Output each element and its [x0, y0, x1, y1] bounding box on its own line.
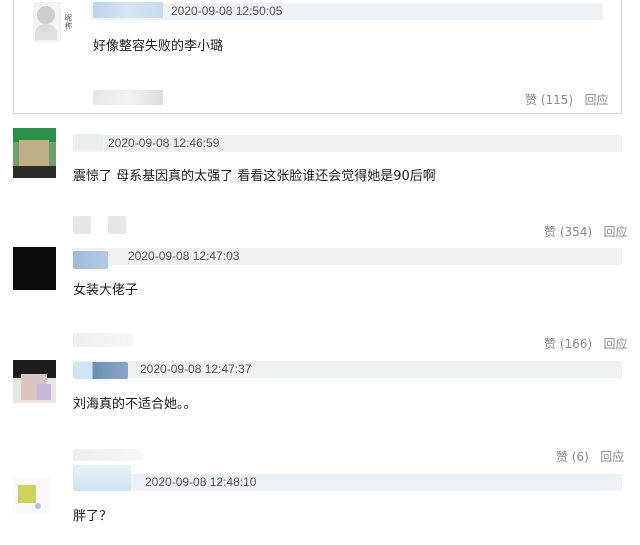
comment-timestamp: 2020-09-08 12:47:03: [128, 249, 240, 263]
comment-actions: 赞 (6) 回应: [556, 448, 624, 465]
blurred-area: [93, 90, 163, 105]
avatar[interactable]: [13, 477, 49, 513]
blurred-area: [73, 333, 133, 347]
username-blurred[interactable]: [73, 362, 128, 379]
comment-actions: 赞 (354) 回应: [544, 223, 628, 240]
like-button[interactable]: 赞 (115): [525, 93, 573, 107]
comment-text: 女装大佬子: [73, 283, 139, 298]
comment-text: 好像整容失败的李小璐: [93, 39, 224, 54]
comment-timestamp: 2020-09-08 12:48:10: [145, 475, 257, 489]
comment-text: 胖了？: [73, 509, 113, 524]
blurred-area: [108, 216, 126, 234]
comment-text: 震惊了 母系基因真的太强了 看看这张脸谁还会觉得她是90后啊: [73, 169, 436, 184]
comment-timestamp: 2020-09-08 12:50:05: [171, 4, 283, 18]
meta-bar: [91, 3, 603, 20]
username-blurred[interactable]: [73, 251, 108, 269]
avatar[interactable]: [13, 247, 56, 290]
comment-text: 刘海真的不适合她。。: [73, 397, 197, 412]
reply-button[interactable]: 回应: [604, 225, 628, 239]
avatar[interactable]: [13, 128, 56, 178]
reply-button[interactable]: 回应: [600, 450, 624, 464]
comment-actions: 赞 (115) 回应: [525, 91, 609, 108]
comment-actions: 赞 (166) 回应: [544, 335, 628, 352]
reply-button[interactable]: 回应: [604, 337, 628, 351]
like-button[interactable]: 赞 (354): [544, 225, 592, 239]
comment-timestamp: 2020-09-08 12:47:37: [140, 362, 252, 376]
username-blurred[interactable]: [75, 134, 103, 150]
avatar[interactable]: [13, 360, 56, 403]
like-button[interactable]: 赞 (6): [556, 450, 589, 464]
avatar[interactable]: [33, 2, 61, 42]
reply-button[interactable]: 回应: [585, 93, 609, 107]
username-blurred[interactable]: [73, 465, 131, 491]
username-blurred[interactable]: [93, 2, 163, 18]
like-button[interactable]: 赞 (166): [544, 337, 592, 351]
blurred-area: [73, 449, 143, 461]
comment-timestamp: 2020-09-08 12:46:59: [108, 136, 220, 150]
blurred-area: [73, 216, 91, 234]
avatar-caption: 昵称: [65, 14, 72, 30]
